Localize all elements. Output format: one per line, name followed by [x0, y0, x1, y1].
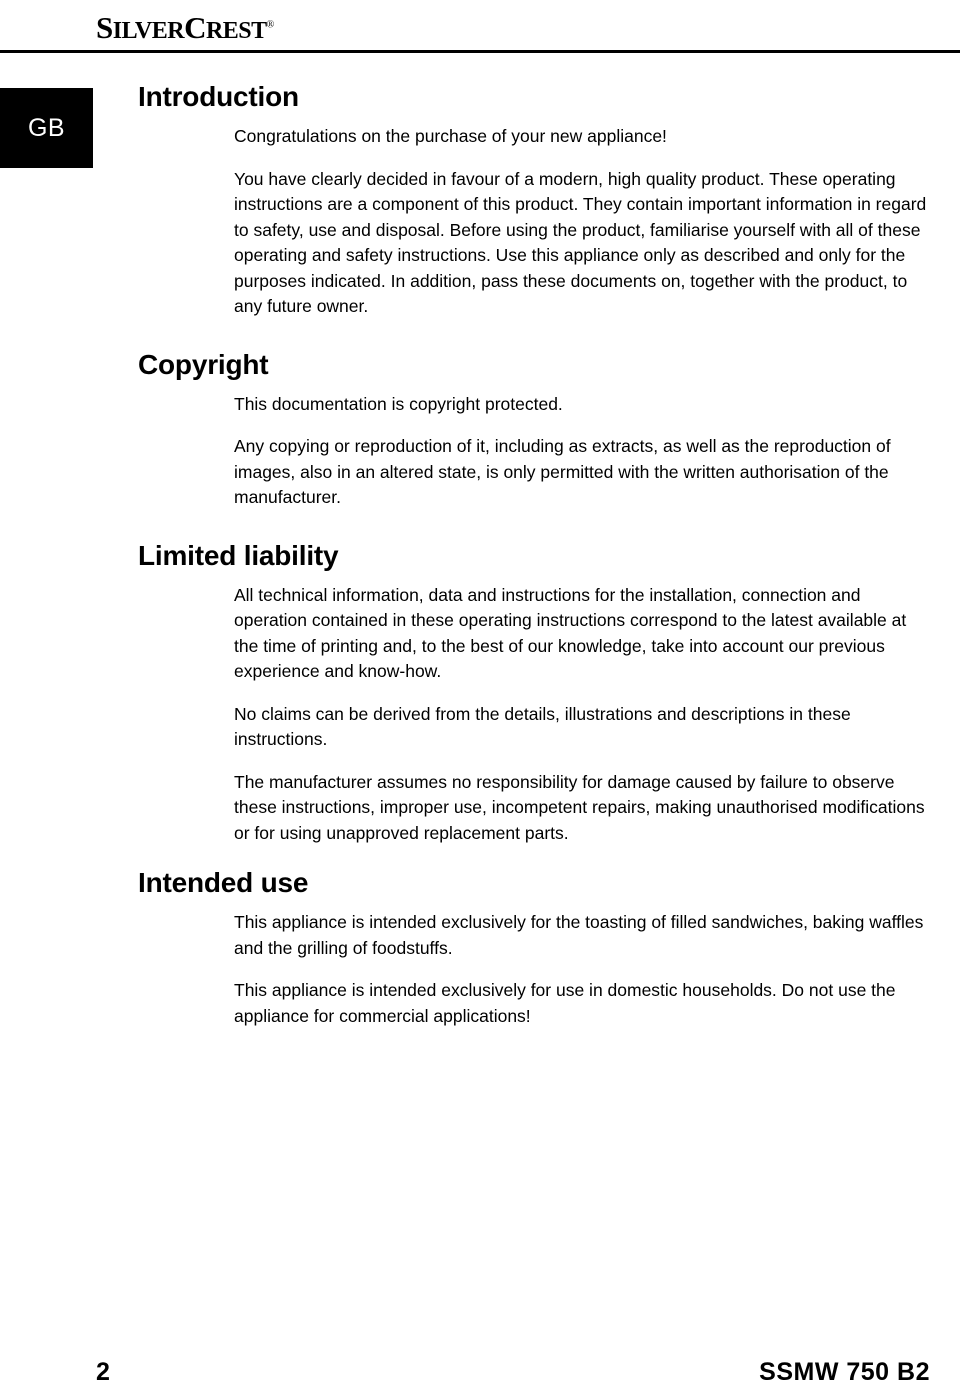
footer-page-number: 2 — [96, 1358, 110, 1386]
header-divider — [0, 50, 960, 53]
section-title-intended-use: Intended use — [138, 867, 309, 898]
registered-trademark-icon: ® — [266, 19, 275, 31]
section-title-copyright: Copyright — [138, 348, 269, 380]
brand-logo: SILVERCREST® — [96, 10, 274, 46]
brand-logo-part-1: S — [96, 10, 113, 45]
section-title-introduction: Introduction — [138, 81, 299, 112]
footer-model-name: SSMW 750 B2 — [759, 1358, 930, 1386]
paragraph: The manufacturer assumes no responsibili… — [234, 771, 925, 843]
brand-logo-part-2: ILVER — [112, 18, 185, 44]
brand-logo-part-3: C — [184, 10, 206, 45]
paragraph: This appliance is intended exclusively f… — [234, 912, 924, 958]
paragraph: Congratulations on the purchase of your … — [234, 126, 667, 146]
document-page: SILVERCREST® GB Introduction Congratulat… — [0, 0, 960, 1399]
country-code-tab: GB — [0, 88, 93, 168]
document-body: Introduction Congratulations on the purc… — [138, 80, 928, 1029]
paragraph: Any copying or reproduction of it, inclu… — [234, 436, 891, 507]
section-title-limited-liability: Limited liability — [138, 539, 339, 571]
paragraph: No claims can be derived from the detail… — [234, 703, 851, 750]
paragraph: All technical information, data and inst… — [234, 584, 907, 682]
section-body-introduction: Congratulations on the purchase of your … — [234, 124, 928, 320]
section-body-limited-liability: All technical information, data and inst… — [234, 583, 928, 847]
paragraph: This appliance is intended exclusively f… — [234, 980, 896, 1026]
paragraph: You have clearly decided in favour of a … — [234, 168, 927, 317]
brand-logo-part-4: REST — [205, 18, 267, 44]
paragraph: This documentation is copyright protecte… — [234, 393, 563, 414]
section-body-intended-use: This appliance is intended exclusively f… — [234, 910, 928, 1029]
section-body-copyright: This documentation is copyright protecte… — [234, 392, 928, 511]
country-code-label: GB — [27, 113, 66, 142]
